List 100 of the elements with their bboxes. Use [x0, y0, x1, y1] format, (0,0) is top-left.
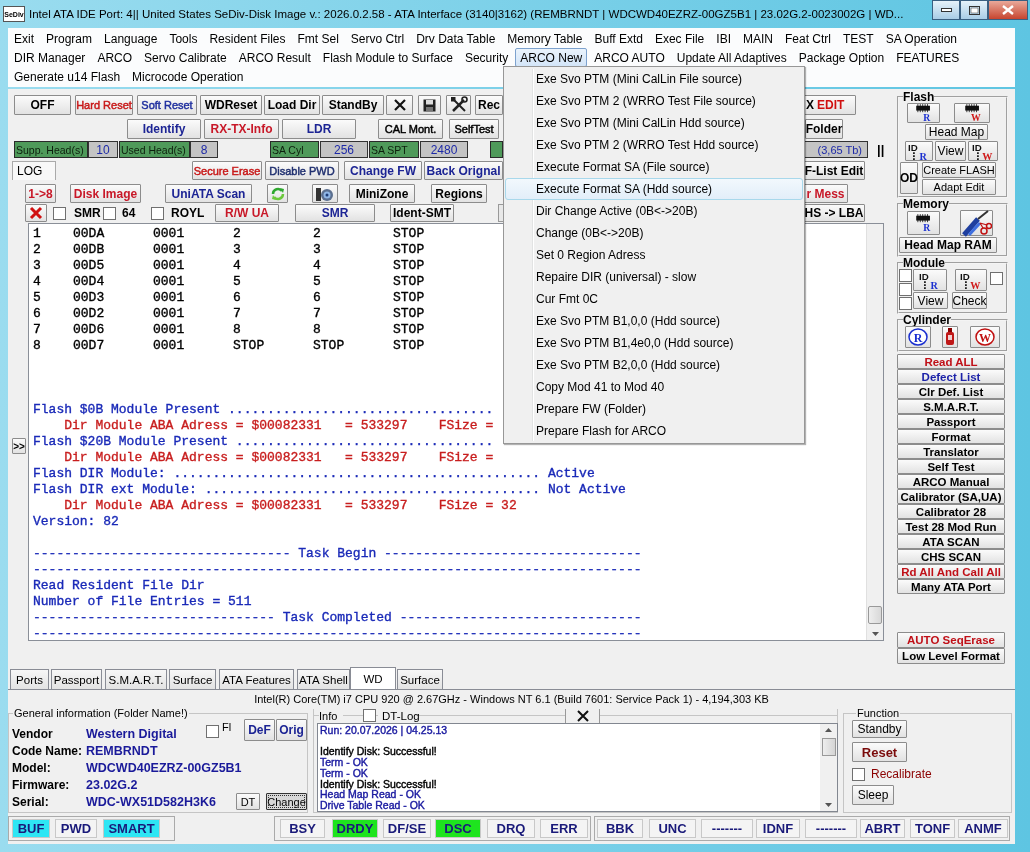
panel-button[interactable]: Read ALL [897, 354, 1005, 369]
menu-item[interactable]: Microcode Operation [127, 67, 249, 86]
tab[interactable]: Surface [169, 669, 216, 689]
scroll-bar[interactable] [866, 224, 883, 640]
toolbar-button[interactable]: Back Orignal [424, 161, 503, 180]
tab[interactable]: ATA Features [219, 669, 294, 689]
toolbar-button[interactable]: Disable PWD [265, 161, 339, 180]
toolbar-button[interactable]: RX-TX-Info [204, 119, 279, 139]
dropdown-item[interactable]: Set 0 Region Adress [505, 244, 803, 266]
panel-button[interactable]: Test 28 Mod Run [897, 519, 1005, 534]
checkbox[interactable] [899, 297, 912, 310]
change-button[interactable]: Change [266, 793, 307, 810]
panel-button[interactable]: Check [952, 292, 987, 309]
cylinder-button[interactable]: W [970, 326, 1000, 348]
menu-item[interactable]: Update All Adaptives [671, 48, 792, 67]
panel-button[interactable]: S.M.A.R.T. [897, 399, 1005, 414]
toolbar-button[interactable]: Folder [805, 119, 843, 139]
menu-item[interactable]: MAIN [737, 29, 778, 48]
panel-button[interactable]: Low Level Format [897, 648, 1005, 664]
panel-button[interactable]: ARCO Manual [897, 474, 1005, 489]
checkbox[interactable] [899, 283, 912, 296]
toolbar-button[interactable]: LDR [282, 119, 356, 139]
chip-button[interactable]: ID R [913, 269, 947, 291]
close-button[interactable] [988, 0, 1028, 20]
menu-item[interactable]: Program [41, 29, 98, 48]
panel-button[interactable]: Translator [897, 444, 1005, 459]
scroll-bar[interactable] [820, 724, 837, 811]
scroll-thumb[interactable] [821, 738, 836, 756]
sleep-button[interactable]: Sleep [852, 785, 894, 805]
toolbar-button[interactable]: Ident-SMT [390, 204, 454, 222]
panel-button[interactable]: Head Map [925, 124, 988, 140]
checkbox[interactable] [103, 206, 116, 220]
toolbar-button[interactable]: Soft Reset [137, 95, 197, 115]
cross-button[interactable] [386, 95, 413, 115]
panel-button[interactable]: Clr Def. List [897, 384, 1005, 399]
menu-item[interactable]: Memory Table [502, 29, 588, 48]
pliers-button[interactable] [960, 210, 993, 236]
menu-item[interactable]: ARCO AUTO [589, 48, 670, 67]
chip-button[interactable]: R [907, 211, 940, 235]
panel-button[interactable]: Defect List [897, 369, 1005, 384]
toolbar-button[interactable]: Load Dir [264, 95, 320, 115]
toolbar-button[interactable]: X EDIT [803, 95, 856, 115]
menu-item[interactable]: DIR Manager [9, 48, 91, 67]
info-button[interactable]: DeF [244, 719, 275, 741]
dropdown-item[interactable]: Exe Svo PTM 2 (WRRO Test File source) [505, 90, 803, 112]
menu-item[interactable]: Language [99, 29, 163, 48]
toolbar-button[interactable]: SelfTest [449, 119, 499, 139]
menu-item[interactable]: Servo Ctrl [345, 29, 410, 48]
reset-button[interactable]: Reset [852, 742, 907, 762]
toolbar-button[interactable]: 1->8 [25, 184, 56, 203]
menu-item[interactable]: Package Option [793, 48, 890, 67]
menu-item[interactable]: Exec File [649, 29, 710, 48]
chip-button[interactable]: ID W [955, 269, 987, 291]
menu-item[interactable]: Resident Files [204, 29, 291, 48]
bottle-button[interactable] [942, 326, 958, 348]
dropdown-item[interactable]: Exe Svo PTM B1,0,0 (Hdd source) [505, 310, 803, 332]
tab[interactable]: Surface [397, 669, 443, 689]
menu-item[interactable]: Security [459, 48, 514, 67]
dropdown-item[interactable]: Exe Svo PTM 2 (WRRO Test Hdd source) [505, 134, 803, 156]
panel-button[interactable]: Passport [897, 414, 1005, 429]
panel-button[interactable]: Adapt Edit [922, 179, 996, 195]
refresh-button[interactable] [267, 184, 288, 203]
menu-item[interactable]: ARCO [92, 48, 138, 67]
dropdown-item[interactable]: Execute Format SA (Hdd source) [505, 178, 803, 200]
toolbar-button[interactable]: R/W UA [215, 204, 279, 222]
panel-button[interactable]: OD [900, 162, 918, 194]
menu-item[interactable]: Exit [9, 29, 39, 48]
tab[interactable]: ATA Shell [297, 669, 350, 689]
menu-item[interactable]: Feat Ctrl [779, 29, 836, 48]
chip-button[interactable]: R [907, 103, 940, 123]
toolbar-button[interactable]: r Mess [803, 184, 848, 203]
panel-button[interactable]: View [935, 141, 966, 161]
panel-button[interactable]: Create FLASH [922, 162, 996, 178]
menu-item[interactable]: Drv Data Table [411, 29, 501, 48]
checkbox[interactable] [899, 269, 912, 282]
toolbar-button[interactable]: Identify [127, 119, 201, 139]
toolbar-button[interactable]: OFF [14, 95, 71, 115]
standby-button[interactable]: Standby [852, 720, 907, 738]
panel-button[interactable]: Calibrator 28 [897, 504, 1005, 519]
menu-item[interactable]: Servo Calibrate [139, 48, 232, 67]
toolbar-button[interactable]: Change FW [344, 161, 422, 180]
toolbar-button[interactable]: Rec [475, 95, 503, 115]
log-tab[interactable]: LOG [12, 161, 56, 180]
tab[interactable]: Passport [51, 669, 102, 689]
tab[interactable]: Ports [10, 669, 49, 689]
dropdown-item[interactable]: Prepare Flash for ARCO [505, 420, 803, 442]
toolbar-button[interactable]: StandBy [322, 95, 384, 115]
menu-item[interactable]: SA Operation [880, 29, 963, 48]
toolbar-button[interactable]: HS -> LBA [803, 204, 865, 222]
checkbox[interactable] [151, 206, 164, 220]
menu-item[interactable]: FEATURES [891, 48, 965, 67]
panel-button[interactable]: Rd All And Call All [897, 564, 1005, 579]
panel-button[interactable]: CHS SCAN [897, 549, 1005, 564]
checkbox[interactable] [363, 709, 376, 722]
dropdown-item[interactable]: Execute Format SA (File source) [505, 156, 803, 178]
chip-button[interactable]: W [954, 103, 990, 123]
toolbar-button[interactable]: WDReset [200, 95, 262, 115]
menu-item[interactable]: Generate u14 Flash [9, 67, 126, 86]
tab[interactable]: WD [350, 667, 396, 689]
dropdown-item[interactable]: Repaire DIR (universal) - slow [505, 266, 803, 288]
